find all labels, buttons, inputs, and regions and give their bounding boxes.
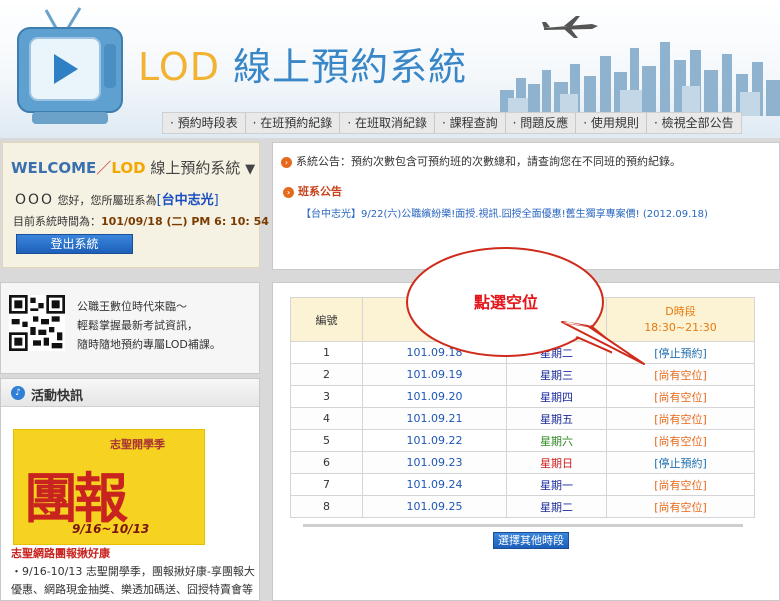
row-weekday: 星期一 — [506, 473, 607, 496]
logout-button[interactable]: 登出系統 — [16, 234, 133, 254]
qr-code-icon[interactable] — [9, 295, 65, 351]
row-date: 101.09.21 — [362, 407, 507, 430]
qr-promo-line: 輕鬆掌握最新考試資訊， — [77, 319, 198, 332]
news-banner-image[interactable]: 志聖開學季 團報 9/16~10/13 — [13, 429, 205, 545]
news-header: ♪ 活動快訊 — [1, 379, 259, 407]
welcome-slash: ／ — [96, 159, 112, 177]
system-time: 目前系統時間為：101/09/18 (二) PM 6: 10: 54 — [13, 213, 269, 229]
welcome-system-name: 線上預約系統 — [150, 159, 241, 177]
nav-item-all-announcements[interactable]: 檢視全部公告 — [647, 113, 741, 133]
system-time-label: 目前系統時間為： — [13, 215, 101, 228]
row-no: 4 — [290, 407, 363, 430]
row-date: 101.09.24 — [362, 473, 507, 496]
user-greeting: OOO 您好，您所屬班系為[台中志光] — [15, 189, 219, 208]
qr-promo-line: 公職王數位時代來臨～ — [77, 300, 187, 313]
banner-subtitle: 志聖開學季 — [110, 438, 165, 451]
news-panel: ♪ 活動快訊 志聖開學季 團報 9/16~10/13 志聖網路團報揪好康 ・9/… — [0, 378, 260, 601]
news-body-text: ・9/16-10/13 志聖開學季，團報揪好康-享團報大優惠、網路現金抽獎、樂透… — [11, 565, 255, 596]
row-weekday: 星期四 — [506, 385, 607, 408]
arrow-right-icon: › — [281, 156, 292, 168]
tv-play-icon — [17, 7, 123, 124]
callout-text: 點選空位 — [474, 293, 539, 312]
music-note-icon: ♪ — [11, 386, 25, 400]
slot-available-link[interactable]: [尚有空位] — [606, 385, 755, 408]
greeting-text: 您好，您所屬班系為 — [57, 194, 157, 207]
system-announcement-text: 系統公告：預約次數包含可預約班的次數總和，請查詢您在不同班的預約紀錄。 — [296, 155, 681, 168]
news-title: 活動快訊 — [31, 389, 84, 404]
table-row: 8 101.09.25 星期二 [尚有空位] — [290, 495, 755, 518]
nav-item-cancel-records[interactable]: 在班取消紀錄 — [340, 113, 435, 133]
table-row: 7 101.09.24 星期一 [尚有空位] — [290, 473, 755, 496]
arrow-right-icon: › — [283, 186, 294, 198]
table-divider — [303, 524, 743, 527]
row-no: 3 — [290, 385, 363, 408]
row-date: 101.09.23 — [362, 451, 507, 474]
news-headline-link[interactable]: 志聖網路團報揪好康 — [11, 545, 110, 561]
slot-available-link[interactable]: [尚有空位] — [606, 495, 755, 518]
system-announcement: › 系統公告：預約次數包含可預約班的次數總和，請查詢您在不同班的預約紀錄。 — [281, 153, 681, 169]
row-date: 101.09.20 — [362, 385, 507, 408]
class-announcement-title: › 班系公告 — [283, 183, 342, 199]
class-bracket-close: ] — [213, 193, 219, 208]
site-title-lod: LOD — [138, 45, 220, 89]
callout-tail — [561, 321, 645, 365]
welcome-lod: LOD — [111, 159, 146, 177]
slot-available-link[interactable]: [尚有空位] — [606, 407, 755, 430]
banner-date: 9/16~10/13 — [72, 522, 150, 536]
qr-promo-text: 公職王數位時代來臨～ 輕鬆掌握最新考試資訊， 隨時隨地預約專屬LOD補課。 — [77, 297, 221, 354]
chevron-down-icon[interactable]: ▼ — [245, 162, 255, 177]
table-row: 3 101.09.20 星期四 [尚有空位] — [290, 385, 755, 408]
nav-item-schedule[interactable]: 預約時段表 — [163, 113, 246, 133]
row-weekday: 星期日 — [506, 451, 607, 474]
class-announcement-link[interactable]: 【台中志光】9/22(六)公職繽紛樂!面授.視訊.囧授全面優惠!舊生獨享專案價!… — [301, 205, 708, 220]
slot-available-link[interactable]: [尚有空位] — [606, 429, 755, 452]
row-no: 8 — [290, 495, 363, 518]
row-no: 1 — [290, 341, 363, 364]
nav-item-feedback[interactable]: 問題反應 — [506, 113, 577, 133]
qr-promo-line: 隨時隨地預約專屬LOD補課。 — [77, 338, 221, 351]
row-date: 101.09.25 — [362, 495, 507, 518]
system-time-value: 101/09/18 (二) PM 6: 10: 54 — [101, 215, 269, 228]
site-title-text: 線上預約系統 — [233, 45, 468, 89]
site-header: LOD 線上預約系統 預約時段表 在班預約紀錄 在班取消紀錄 課程查詢 問題反應… — [0, 0, 780, 138]
welcome-panel: WELCOME／LOD 線上預約系統 ▼ OOO 您好，您所屬班系為[台中志光]… — [2, 142, 269, 268]
col-header-no: 編號 — [290, 297, 363, 342]
row-weekday: 星期五 — [506, 407, 607, 430]
main-nav: 預約時段表 在班預約紀錄 在班取消紀錄 課程查詢 問題反應 使用規則 檢視全部公… — [162, 112, 742, 134]
nav-item-booking-records[interactable]: 在班預約紀錄 — [246, 113, 341, 133]
site-title: LOD 線上預約系統 — [138, 36, 467, 91]
qr-promo-panel: 公職王數位時代來臨～ 輕鬆掌握最新考試資訊， 隨時隨地預約專屬LOD補課。 — [0, 282, 260, 374]
row-date: 101.09.22 — [362, 429, 507, 452]
table-row: 6 101.09.23 星期日 [停止預約] — [290, 451, 755, 474]
table-row: 5 101.09.22 星期六 [尚有空位] — [290, 429, 755, 452]
welcome-word: WELCOME — [11, 159, 97, 177]
row-no: 2 — [290, 363, 363, 386]
nav-item-rules[interactable]: 使用規則 — [576, 113, 647, 133]
row-no: 6 — [290, 451, 363, 474]
row-no: 5 — [290, 429, 363, 452]
other-time-slot-button[interactable]: 選擇其他時段 — [493, 532, 569, 549]
row-weekday: 星期六 — [506, 429, 607, 452]
slot-status-stopped: [停止預約] — [606, 451, 755, 474]
row-weekday: 星期二 — [506, 495, 607, 518]
welcome-title: WELCOME／LOD 線上預約系統 ▼ — [11, 157, 255, 178]
user-class: 台中志光 — [161, 193, 214, 208]
user-name: OOO — [15, 192, 55, 208]
class-announcement-title-text: 班系公告 — [298, 185, 342, 198]
nav-item-course-search[interactable]: 課程查詢 — [435, 113, 506, 133]
slot-available-link[interactable]: [尚有空位] — [606, 473, 755, 496]
airplane-icon — [542, 16, 598, 38]
row-no: 7 — [290, 473, 363, 496]
table-row: 4 101.09.21 星期五 [尚有空位] — [290, 407, 755, 430]
d-slot-label: D時段 — [665, 304, 696, 318]
